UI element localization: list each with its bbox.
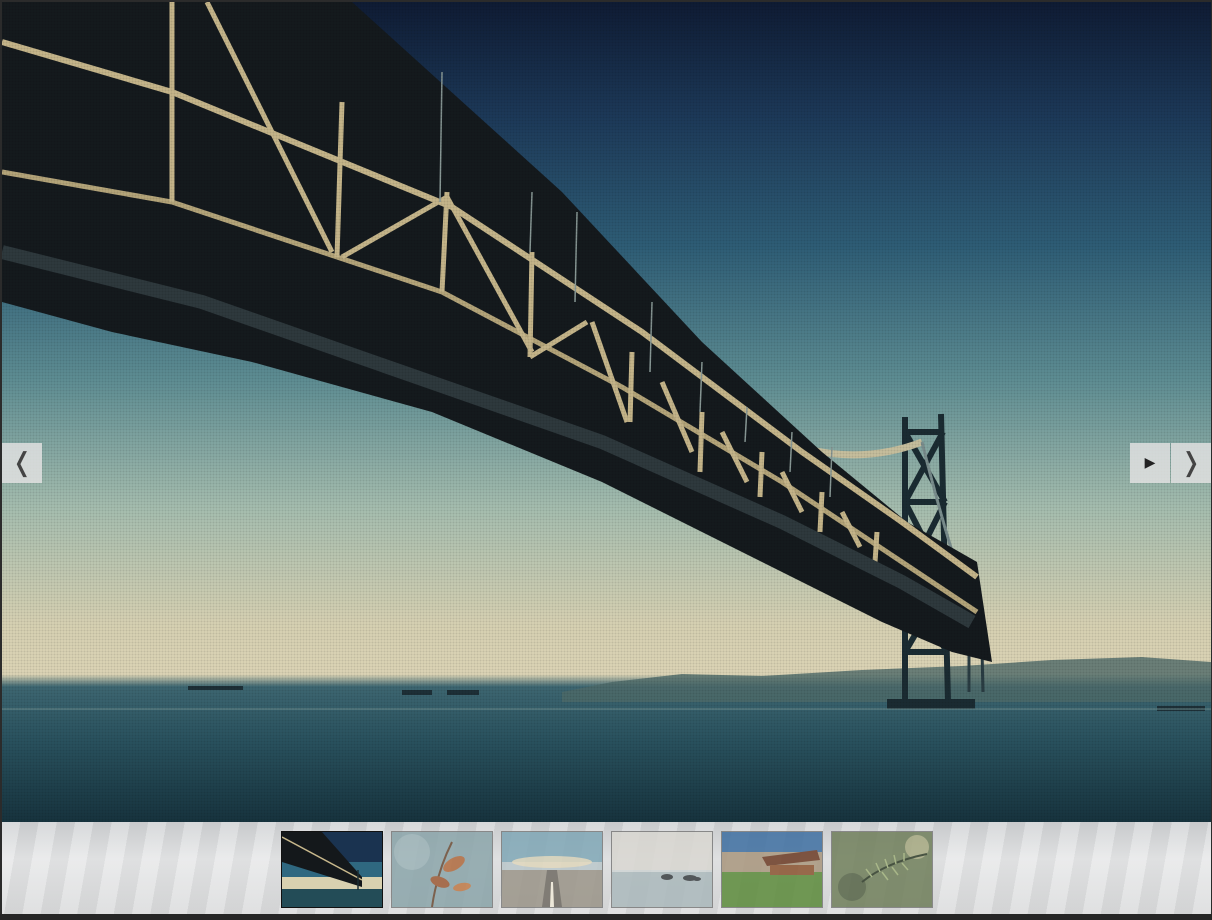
next-arrow-icon[interactable]: ❭ xyxy=(1171,443,1211,483)
thumbnail-sea-rocks[interactable] xyxy=(611,831,713,908)
thumbnail-bridge[interactable] xyxy=(281,831,383,908)
thumbnail-hut[interactable] xyxy=(721,831,823,908)
thumbnail-list xyxy=(281,831,933,908)
thumbnail-road-image xyxy=(502,832,602,907)
thumbnail-pine-branch-image xyxy=(832,832,932,907)
main-slide-image[interactable] xyxy=(2,2,1211,822)
thumbnail-leaves-image xyxy=(392,832,492,907)
thumbnail-road[interactable] xyxy=(501,831,603,908)
bottom-border xyxy=(0,914,1212,920)
previous-arrow-icon[interactable]: ❬ xyxy=(2,443,42,483)
thumbnail-bridge-image xyxy=(282,832,382,907)
bridge-illustration xyxy=(2,2,1211,711)
thumbnail-strip xyxy=(2,822,1211,914)
thumbnail-leaves[interactable] xyxy=(391,831,493,908)
image-gallery: ❬ ▶ ❭ xyxy=(0,0,1212,920)
thumbnail-pine-branch[interactable] xyxy=(831,831,933,908)
play-icon[interactable]: ▶ xyxy=(1130,443,1170,483)
thumbnail-sea-rocks-image xyxy=(612,832,712,907)
thumbnail-hut-image xyxy=(722,832,822,907)
